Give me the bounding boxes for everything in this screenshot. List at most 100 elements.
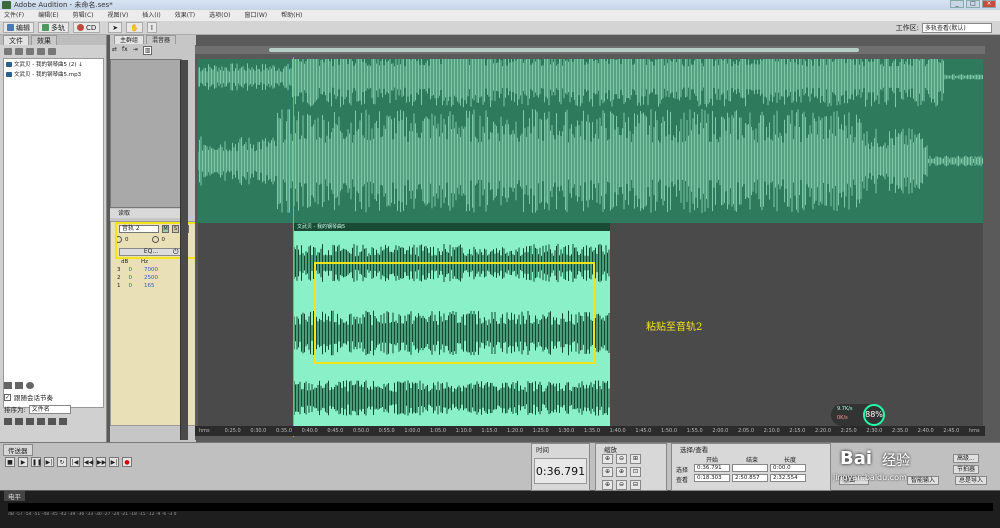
ruler-tick-label: 1:30.0 bbox=[558, 428, 575, 434]
menu-edit[interactable]: 编辑(E) bbox=[38, 10, 58, 21]
zoom-in-right-icon[interactable]: ⊕ bbox=[616, 467, 627, 477]
folder-icon[interactable] bbox=[59, 417, 67, 425]
time-ruler[interactable]: hms 0:25.0 0:30.0 0:35.0 0:40.0 0:45.0 0:50.0 0… bbox=[195, 426, 985, 436]
go-start-button[interactable]: |◀ bbox=[70, 457, 80, 467]
track1-header[interactable] bbox=[110, 59, 182, 208]
menu-help[interactable]: 帮助(H) bbox=[281, 10, 302, 21]
menu-insert[interactable]: 插入(I) bbox=[142, 10, 160, 21]
scrollbar-thumb[interactable] bbox=[269, 48, 859, 52]
menu-clip[interactable]: 剪辑(C) bbox=[73, 10, 94, 21]
record-button[interactable]: ● bbox=[122, 457, 132, 467]
zoom-out-vertical-icon[interactable]: ⊖ bbox=[616, 480, 627, 490]
edit-file-icon[interactable] bbox=[37, 47, 45, 55]
sort-dropdown[interactable]: 文件名 bbox=[28, 404, 71, 414]
edit-view-button[interactable]: 编辑 bbox=[3, 22, 34, 33]
time-panel: 时间 0:36.791 bbox=[531, 443, 590, 491]
selection-start-field[interactable]: 0:36.791 bbox=[694, 464, 730, 472]
follow-tempo-checkbox[interactable]: ✓ bbox=[4, 393, 11, 401]
view-option-icon[interactable] bbox=[26, 417, 34, 425]
ruler-tick-label: 0:25.0 bbox=[224, 428, 241, 434]
eq-band-row: 2 0 2500 bbox=[117, 275, 158, 281]
zoom-in-horizontal-icon[interactable]: ⊕ bbox=[602, 454, 613, 464]
play-from-cursor-button[interactable]: ▶| bbox=[44, 457, 54, 467]
input-icon[interactable]: ⇥ bbox=[133, 46, 138, 55]
zoom-selection-icon[interactable]: ⊡ bbox=[630, 467, 641, 477]
multitrack-view-button[interactable]: 多轨 bbox=[38, 22, 69, 33]
workspace-dropdown[interactable]: 多轨查看(默认) bbox=[922, 23, 992, 33]
swap-icon[interactable]: ⇄ bbox=[112, 46, 117, 55]
selection-length-field[interactable]: 0:00.0 bbox=[770, 464, 806, 472]
file-item-1[interactable]: 文武贝 - 我的钢琴曲5 (2) ↓ bbox=[4, 59, 103, 69]
filter-icon[interactable] bbox=[48, 47, 56, 55]
file-item-2[interactable]: 文武贝 - 我的钢琴曲5.mp3 bbox=[4, 69, 103, 79]
eq-db-value[interactable]: 0 bbox=[129, 267, 133, 273]
select-tool-button[interactable]: ➤ bbox=[108, 22, 123, 33]
menu-window[interactable]: 窗口(W) bbox=[245, 10, 268, 21]
close-button[interactable]: × bbox=[982, 0, 996, 8]
horizontal-scrollbar[interactable] bbox=[195, 46, 985, 54]
cd-view-button[interactable]: CD bbox=[73, 22, 101, 33]
menu-effects[interactable]: 效果(T) bbox=[175, 10, 195, 21]
import-icon[interactable] bbox=[4, 47, 12, 55]
view-options-row bbox=[0, 415, 107, 427]
hand-tool-button[interactable]: ✋ bbox=[126, 22, 143, 33]
view-option-icon[interactable] bbox=[4, 417, 12, 425]
zoom-in-left-icon[interactable]: ⊕ bbox=[602, 467, 613, 477]
eq-view-icon[interactable]: ▥ bbox=[142, 46, 153, 55]
tab-main-group[interactable]: 主群组 bbox=[114, 35, 145, 44]
rewind-button[interactable]: ◀◀ bbox=[83, 457, 93, 467]
audio-file-icon bbox=[6, 61, 12, 67]
play-button[interactable]: ▶ bbox=[18, 457, 28, 467]
time-select-tool-button[interactable]: I bbox=[146, 22, 157, 33]
go-end-button[interactable]: ▶| bbox=[109, 457, 119, 467]
zoom-panel: 缩放 ⊕ ⊖ ⊞ ⊕ ⊕ ⊡ ⊕ ⊖ ⊟ bbox=[595, 443, 667, 491]
view-end-field[interactable]: 2:50.857 bbox=[732, 474, 768, 482]
track1-automation-dropdown[interactable]: 读取 bbox=[110, 209, 182, 218]
sort-label: 排序为: bbox=[4, 406, 26, 414]
playhead-cursor[interactable] bbox=[293, 57, 294, 437]
view-option-icon[interactable] bbox=[37, 417, 45, 425]
eq-band-row: 3 0 7000 bbox=[117, 267, 158, 273]
eq-db-value[interactable]: 0 bbox=[129, 275, 133, 281]
zoom-in-vertical-icon[interactable]: ⊕ bbox=[602, 480, 613, 490]
menu-view[interactable]: 视图(V) bbox=[108, 10, 129, 21]
ruler-tick-label: 2:20.0 bbox=[815, 428, 831, 434]
view-start-field[interactable]: 0:18.303 bbox=[694, 474, 730, 482]
preview-loop-icon[interactable] bbox=[15, 381, 23, 389]
pause-button[interactable]: ❚❚ bbox=[31, 457, 42, 467]
eq-hz-value[interactable]: 165 bbox=[144, 283, 155, 289]
eq-db-value[interactable]: 0 bbox=[129, 283, 133, 289]
view-length-field[interactable]: 2:32.554 bbox=[770, 474, 806, 482]
insert-icon[interactable] bbox=[26, 47, 34, 55]
track1-waveform[interactable] bbox=[198, 59, 983, 223]
eq-hz-value[interactable]: 2500 bbox=[144, 275, 158, 281]
eq-header-row: dB Hz bbox=[117, 259, 148, 265]
minimize-button[interactable]: _ bbox=[950, 0, 964, 8]
tab-files[interactable]: 文件 bbox=[3, 35, 29, 45]
tab-mixer[interactable]: 混音器 bbox=[146, 35, 177, 44]
length-column-label: 长度 bbox=[784, 457, 797, 464]
menu-bar: 文件(F) 编辑(E) 剪辑(C) 视图(V) 插入(I) 效果(T) 选项(O… bbox=[0, 10, 1000, 21]
preview-play-icon[interactable] bbox=[4, 381, 12, 389]
tab-effects[interactable]: 效果 bbox=[31, 35, 57, 45]
fx-icon[interactable]: fx bbox=[122, 46, 128, 55]
menu-options[interactable]: 选项(O) bbox=[209, 10, 230, 21]
ruler-tick-label: hms bbox=[199, 428, 210, 434]
toolbar: 编辑 多轨 CD ➤ ✋ I bbox=[0, 21, 1000, 35]
zoom-out-horizontal-icon[interactable]: ⊖ bbox=[616, 454, 627, 464]
selection-end-field[interactable] bbox=[732, 464, 768, 472]
volume-knob-icon[interactable] bbox=[26, 381, 34, 389]
track-vertical-scrollbar[interactable] bbox=[180, 60, 188, 440]
maximize-button[interactable]: □ bbox=[966, 0, 980, 8]
zoom-full-icon[interactable]: ⊞ bbox=[630, 454, 641, 464]
loop-button[interactable]: ↻ bbox=[57, 457, 67, 467]
view-option-icon[interactable] bbox=[15, 417, 23, 425]
menu-file[interactable]: 文件(F) bbox=[4, 10, 24, 21]
zoom-track-icon[interactable]: ⊟ bbox=[630, 480, 641, 490]
eq-hz-value[interactable]: 7000 bbox=[144, 267, 158, 273]
time-display: 0:36.791 bbox=[534, 458, 587, 484]
close-file-icon[interactable] bbox=[15, 47, 23, 55]
stop-button[interactable]: ■ bbox=[5, 457, 15, 467]
view-option-icon[interactable] bbox=[48, 417, 56, 425]
forward-button[interactable]: ▶▶ bbox=[96, 457, 106, 467]
